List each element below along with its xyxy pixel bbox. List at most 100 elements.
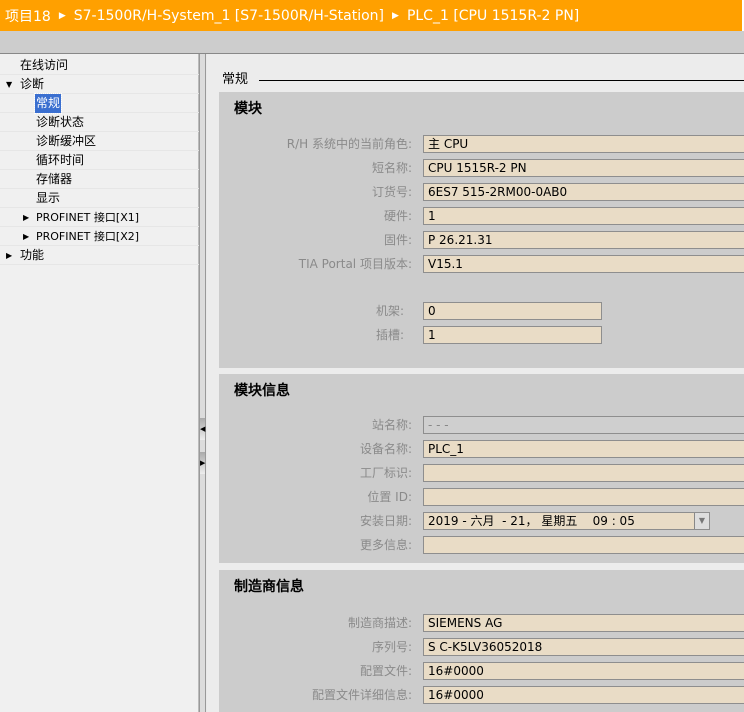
field-device-name: 设备名称: PLC_1 xyxy=(219,440,744,458)
field-label: 站名称: xyxy=(371,418,412,432)
field-manufacturer: 制造商描述: SIEMENS AG xyxy=(219,614,744,632)
expand-right-icon[interactable]: ▶ xyxy=(23,208,29,227)
tree-item-label: 诊断状态 xyxy=(36,115,85,129)
tree-item-cycle-time[interactable]: 循环时间 xyxy=(0,151,199,170)
install-date-picker[interactable]: 2019 - 六月 - 21， 星期五 09 : 05 ▼ xyxy=(423,512,710,530)
field-serial: 序列号: S C-K5LV36052018 xyxy=(219,638,744,656)
field-value: S C-K5LV36052018 xyxy=(423,638,744,656)
tree-item-label: 功能 xyxy=(20,248,45,262)
tree-item-label: 诊断 xyxy=(20,77,45,91)
field-install-date: 安装日期: 2019 - 六月 - 21， 星期五 09 : 05 ▼ xyxy=(219,512,744,530)
location-id-input[interactable] xyxy=(423,488,744,506)
field-value: 6ES7 515-2RM00-0AB0 xyxy=(423,183,744,201)
tree-item-label: 在线访问 xyxy=(20,58,69,72)
section-module: 模块 R/H 系统中的当前角色: 主 CPU 短名称: CPU 1515R-2 PN… xyxy=(219,92,744,368)
field-label: 设备名称: xyxy=(359,442,412,456)
section-title: 模块信息 xyxy=(234,383,290,399)
expand-right-icon[interactable]: ▶ xyxy=(200,452,205,474)
field-hardware: 硬件: 1 xyxy=(219,207,744,225)
title-divider xyxy=(259,80,744,81)
chevron-right-icon: ▶ xyxy=(392,10,399,21)
field-label: 配置文件: xyxy=(359,664,412,678)
field-profile-details: 配置文件详细信息: 16#0000 xyxy=(219,686,744,704)
field-label: 订货号: xyxy=(371,185,412,199)
tree-item-profinet-x1[interactable]: ▶ PROFINET 接口[X1] xyxy=(0,208,199,227)
chevron-right-icon: ▶ xyxy=(58,10,66,21)
field-label: 短名称: xyxy=(371,161,412,175)
field-label: 更多信息: xyxy=(359,538,412,552)
field-value: V15.1 xyxy=(423,255,744,273)
tree-item-display[interactable]: 显示 xyxy=(0,189,199,208)
toolbar xyxy=(0,31,744,54)
navigation-tree: 在线访问 ▼ 诊断 常规 诊断状态 诊断缓冲区 循环时间 存储器 显示 ▶ PROF… xyxy=(0,54,199,712)
field-value: SIEMENS AG xyxy=(423,614,744,632)
splitter[interactable]: ◀ ▶ xyxy=(199,54,206,712)
field-value: 主 CPU xyxy=(423,135,744,153)
field-label: 制造商描述: xyxy=(347,616,412,630)
field-value: 1 xyxy=(423,326,602,344)
field-label: 安装日期: xyxy=(359,514,412,528)
field-tia-version: TIA Portal 项目版本: V15.1 xyxy=(219,255,744,273)
field-label: 工厂标识: xyxy=(359,466,412,480)
device-name-input[interactable]: PLC_1 xyxy=(423,440,744,458)
dropdown-arrow-icon[interactable]: ▼ xyxy=(694,513,709,529)
section-module-info: 模块信息 站名称: - - - 设备名称: PLC_1 工厂标识: 位置 ID: 安… xyxy=(219,374,744,563)
field-label: 固件: xyxy=(383,233,412,247)
field-label: TIA Portal 项目版本: xyxy=(298,257,412,271)
field-label: 硬件: xyxy=(383,209,412,223)
tree-item-diagnostics[interactable]: ▼ 诊断 xyxy=(0,75,199,94)
field-value: - - - xyxy=(423,416,744,434)
field-value: CPU 1515R-2 PN xyxy=(423,159,744,177)
tree-item-label: 常规 xyxy=(33,93,63,114)
tree-item-diag-buffer[interactable]: 诊断缓冲区 xyxy=(0,132,199,151)
tree-item-memory[interactable]: 存储器 xyxy=(0,170,199,189)
expand-down-icon[interactable]: ▼ xyxy=(6,75,12,94)
properties-panel: 常规 模块 R/H 系统中的当前角色: 主 CPU 短名称: CPU 1515R-2… xyxy=(207,54,744,712)
tree-item-general[interactable]: 常规 xyxy=(0,93,199,114)
breadcrumb-station[interactable]: S7-1500R/H-System_1 [S7-1500R/H-Station] xyxy=(74,8,384,24)
tree-item-label: 显示 xyxy=(36,191,61,205)
field-value: 1 xyxy=(423,207,744,225)
field-firmware: 固件: P 26.21.31 xyxy=(219,231,744,249)
tree-item-label: 循环时间 xyxy=(36,153,85,167)
field-value: 16#0000 xyxy=(423,662,744,680)
field-label: 机架: xyxy=(375,304,404,318)
field-label: 序列号: xyxy=(371,640,412,654)
tree-item-functions[interactable]: ▶ 功能 xyxy=(0,246,199,265)
field-more-info: 更多信息: xyxy=(219,536,744,554)
section-title: 模块 xyxy=(234,101,262,117)
section-manufacturer: 制造商信息 制造商描述: SIEMENS AG 序列号: S C-K5LV36052… xyxy=(219,570,744,712)
field-label: 插槽: xyxy=(375,328,404,342)
field-value: 16#0000 xyxy=(423,686,744,704)
field-label: 位置 ID: xyxy=(367,490,412,504)
tree-item-label: PROFINET 接口[X2] xyxy=(36,230,140,243)
field-label: 配置文件详细信息: xyxy=(311,688,412,702)
breadcrumb-plc[interactable]: PLC_1 [CPU 1515R-2 PN] xyxy=(407,8,579,24)
tree-item-diag-status[interactable]: 诊断状态 xyxy=(0,113,199,132)
field-short-name: 短名称: CPU 1515R-2 PN xyxy=(219,159,744,177)
field-station-name: 站名称: - - - xyxy=(219,416,744,434)
field-rh-role: R/H 系统中的当前角色: 主 CPU xyxy=(219,135,744,153)
breadcrumb-project[interactable]: 项目18 xyxy=(5,6,51,26)
expand-right-icon[interactable]: ▶ xyxy=(23,227,29,246)
tree-item-online-access[interactable]: 在线访问 xyxy=(0,56,199,75)
more-info-input[interactable] xyxy=(423,536,744,554)
plant-id-input[interactable] xyxy=(423,464,744,482)
section-title: 制造商信息 xyxy=(234,579,304,595)
tree-item-label: PROFINET 接口[X1] xyxy=(36,211,140,224)
field-order-number: 订货号: 6ES7 515-2RM00-0AB0 xyxy=(219,183,744,201)
date-value: 2019 - 六月 - 21， 星期五 09 : 05 xyxy=(428,514,635,528)
field-rack: 机架: 0 xyxy=(219,302,744,320)
field-location-id: 位置 ID: xyxy=(219,488,744,506)
expand-right-icon[interactable]: ▶ xyxy=(6,246,12,265)
tree-item-profinet-x2[interactable]: ▶ PROFINET 接口[X2] xyxy=(0,227,199,246)
field-profile: 配置文件: 16#0000 xyxy=(219,662,744,680)
tree-item-label: 存储器 xyxy=(36,172,73,186)
field-slot: 插槽: 1 xyxy=(219,326,744,344)
breadcrumb: 项目18 ▶ S7-1500R/H-System_1 [S7-1500R/H-S… xyxy=(0,0,744,31)
field-plant-id: 工厂标识: xyxy=(219,464,744,482)
collapse-left-icon[interactable]: ◀ xyxy=(200,418,205,440)
tree-item-label: 诊断缓冲区 xyxy=(36,134,97,148)
field-value: 0 xyxy=(423,302,602,320)
field-label: R/H 系统中的当前角色: xyxy=(286,137,412,151)
